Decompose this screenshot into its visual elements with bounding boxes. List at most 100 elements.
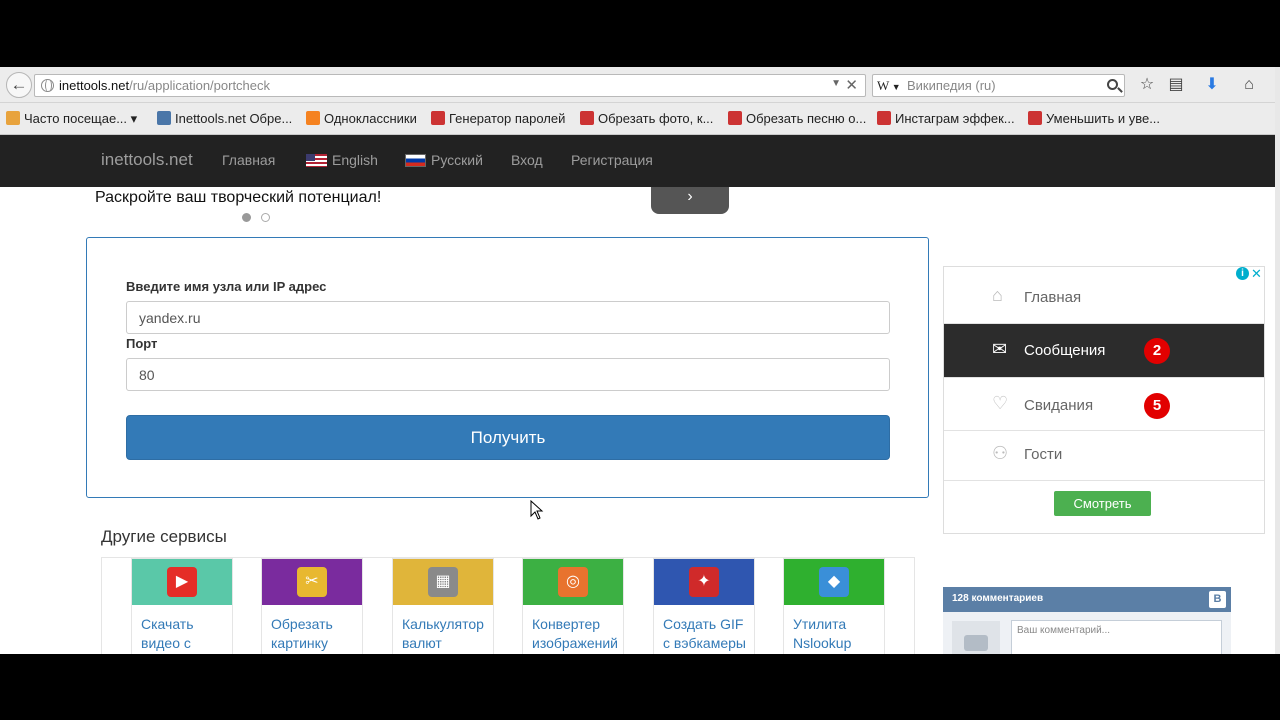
service-image: ◆ bbox=[784, 559, 884, 605]
youtube-icon: ▶ bbox=[167, 567, 197, 597]
service-link[interactable]: Утилита Nslookup bbox=[793, 615, 881, 653]
shield-icon bbox=[1028, 111, 1042, 125]
service-link[interactable]: Скачать видео с bbox=[141, 615, 229, 653]
nslookup-icon: ◆ bbox=[819, 567, 849, 597]
site-brand[interactable]: inettools.net bbox=[101, 150, 193, 170]
home-icon[interactable]: ⌂ bbox=[1239, 75, 1259, 95]
ad-widget: ⌂ Главная ✉ Сообщения 2 ♡ Свидания 5 ⚇ Г… bbox=[943, 266, 1265, 534]
ad-count-badge: 2 bbox=[1144, 338, 1170, 364]
ad-item-messages[interactable]: ✉ Сообщения 2 bbox=[944, 324, 1264, 378]
calculator-icon: ▦ bbox=[428, 567, 458, 597]
folder-icon bbox=[6, 111, 20, 125]
ad-item-guests[interactable]: ⚇ Гости bbox=[944, 431, 1264, 481]
close-icon[interactable]: ✕ bbox=[1251, 266, 1262, 282]
odnoklassniki-icon bbox=[306, 111, 320, 125]
comments-count: 128 комментариев bbox=[952, 593, 1044, 604]
comments-header: 128 комментариев В bbox=[943, 587, 1231, 612]
clipboard-icon[interactable]: ▤ bbox=[1166, 75, 1186, 95]
bookmark-item[interactable]: Инстаграм эффек... bbox=[877, 111, 1015, 126]
bookmark-item[interactable]: Уменьшить и уве... bbox=[1028, 111, 1160, 126]
service-tile[interactable]: ✂ Обрезать картинку bbox=[261, 558, 363, 654]
service-link[interactable]: Конвертер изображений bbox=[532, 615, 620, 653]
shield-icon bbox=[728, 111, 742, 125]
ad-item-dating[interactable]: ♡ Свидания 5 bbox=[944, 378, 1264, 431]
carousel-dot-2[interactable] bbox=[261, 213, 270, 222]
services-list: ▶ Скачать видео с ✂ Обрезать картинку ▦ Калькул… bbox=[101, 557, 915, 654]
arrow-left-icon: ← bbox=[10, 75, 28, 94]
comment-input[interactable]: Ваш комментарий... bbox=[1011, 620, 1222, 654]
chevron-right-icon: › bbox=[687, 188, 693, 205]
browser-window: ← inettools.net/ru/application/portcheck… bbox=[0, 67, 1280, 654]
site-navbar: inettools.net Главная English Русский Вх… bbox=[0, 135, 1275, 187]
gif-webcam-icon: ✦ bbox=[689, 567, 719, 597]
service-link[interactable]: Обрезать картинку bbox=[271, 615, 359, 653]
bookmark-item[interactable]: Генератор паролей bbox=[431, 111, 565, 126]
service-link[interactable]: Калькулятор валют bbox=[402, 615, 490, 653]
nav-home[interactable]: Главная bbox=[222, 152, 275, 168]
host-input[interactable] bbox=[126, 301, 890, 334]
service-tile[interactable]: ◎ Конвертер изображений bbox=[522, 558, 624, 654]
nav-russian[interactable]: Русский bbox=[405, 152, 483, 168]
url-dropdown-icon[interactable]: ▼ bbox=[831, 78, 841, 89]
nav-login[interactable]: Вход bbox=[511, 152, 543, 168]
service-image: ✂ bbox=[262, 559, 362, 605]
us-flag-icon bbox=[306, 154, 327, 167]
ad-item-label: Сообщения bbox=[1024, 342, 1106, 359]
back-button[interactable]: ← bbox=[6, 72, 32, 98]
bookmark-item[interactable]: Часто посещае... ▾ bbox=[6, 111, 137, 127]
download-icon[interactable]: ⬇ bbox=[1202, 75, 1222, 95]
port-check-panel: Введите имя узла или IP адрес Порт Получ… bbox=[86, 237, 929, 498]
user-icon: ⚇ bbox=[992, 443, 1009, 463]
avatar bbox=[952, 621, 1000, 654]
ad-view-button[interactable]: Смотреть bbox=[1054, 491, 1151, 516]
ad-count-badge: 5 bbox=[1144, 393, 1170, 419]
service-tile[interactable]: ◆ Утилита Nslookup bbox=[783, 558, 885, 654]
service-tile[interactable]: ▦ Калькулятор валют bbox=[392, 558, 494, 654]
carousel-dot-1[interactable] bbox=[242, 213, 251, 222]
service-image: ▦ bbox=[393, 559, 493, 605]
port-label: Порт bbox=[126, 336, 158, 351]
bookmarks-bar: Часто посещае... ▾ Inettools.net Обре... О… bbox=[0, 103, 1280, 135]
service-tile[interactable]: ▶ Скачать видео с bbox=[131, 558, 233, 654]
bookmark-item[interactable]: Обрезать песню о... bbox=[728, 111, 866, 126]
info-icon[interactable]: i bbox=[1236, 267, 1249, 280]
service-image: ◎ bbox=[523, 559, 623, 605]
shield-icon bbox=[580, 111, 594, 125]
camera-icon bbox=[964, 635, 988, 651]
url-text: inettools.net/ru/application/portcheck bbox=[59, 78, 271, 93]
vk-logo-icon: В bbox=[1209, 591, 1226, 608]
ad-item-label: Главная bbox=[1024, 289, 1082, 306]
home-icon: ⌂ bbox=[992, 285, 1003, 305]
port-input[interactable] bbox=[126, 358, 890, 391]
converter-icon: ◎ bbox=[558, 567, 588, 597]
service-tile[interactable]: ✦ Создать GIF с вэбкамеры bbox=[653, 558, 755, 654]
star-icon[interactable]: ☆ bbox=[1137, 75, 1157, 95]
service-link[interactable]: Создать GIF с вэбкамеры bbox=[663, 615, 751, 653]
carousel-caption: Раскройте ваш творческий потенциал! bbox=[95, 189, 382, 206]
nav-register[interactable]: Регистрация bbox=[571, 152, 653, 168]
service-image: ✦ bbox=[654, 559, 754, 605]
bookmark-item[interactable]: Обрезать фото, к... bbox=[580, 111, 713, 126]
page-scrollbar[interactable] bbox=[1275, 67, 1280, 654]
browser-toolbar: ← inettools.net/ru/application/portcheck… bbox=[0, 67, 1280, 103]
heart-icon: ♡ bbox=[992, 393, 1009, 413]
ad-item-label: Гости bbox=[1024, 446, 1063, 463]
wikipedia-icon[interactable]: W ▼ bbox=[877, 78, 901, 94]
search-bar[interactable]: W ▼ Википедия (ru) bbox=[872, 74, 1125, 97]
carousel-next-button[interactable]: › bbox=[651, 187, 729, 214]
russia-flag-icon bbox=[405, 154, 426, 167]
address-bar[interactable]: inettools.net/ru/application/portcheck ▼… bbox=[34, 74, 866, 97]
ad-item-home[interactable]: ⌂ Главная bbox=[944, 267, 1264, 324]
close-icon[interactable]: ✕ bbox=[845, 76, 858, 94]
crop-image-icon: ✂ bbox=[297, 567, 327, 597]
search-icon[interactable] bbox=[1107, 79, 1118, 90]
nav-english[interactable]: English bbox=[306, 152, 378, 168]
vk-icon bbox=[157, 111, 171, 125]
bookmark-item[interactable]: Одноклассники bbox=[306, 111, 417, 126]
ad-item-label: Свидания bbox=[1024, 397, 1094, 414]
submit-button[interactable]: Получить bbox=[126, 415, 890, 460]
host-label: Введите имя узла или IP адрес bbox=[126, 279, 327, 294]
bookmark-item[interactable]: Inettools.net Обре... bbox=[157, 111, 292, 126]
comments-body: Ваш комментарий... bbox=[943, 612, 1231, 654]
search-placeholder: Википедия (ru) bbox=[907, 78, 996, 93]
